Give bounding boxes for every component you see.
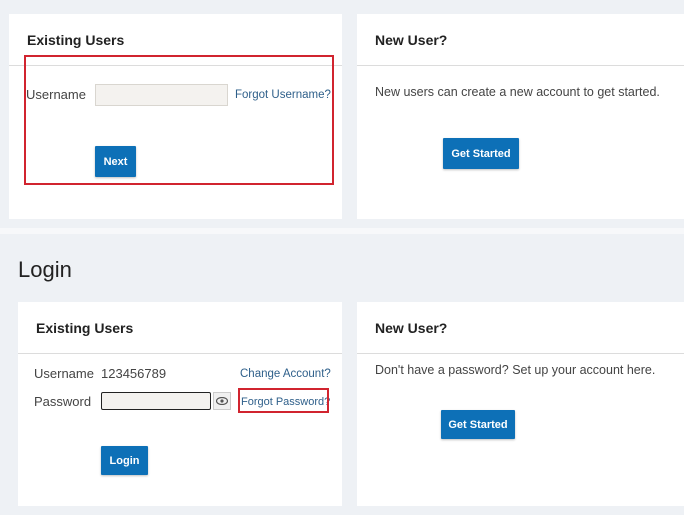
password-label: Password: [34, 394, 92, 409]
get-started-button-top[interactable]: Get Started: [443, 138, 519, 169]
login-heading: Login: [18, 257, 72, 282]
change-account-link[interactable]: Change Account?: [240, 368, 331, 380]
existing-users-title-login: Existing Users: [18, 302, 342, 354]
new-user-card-login: New User? Don't have a password? Set up …: [357, 302, 684, 506]
section-separator: [0, 228, 684, 234]
password-input[interactable]: [101, 392, 211, 410]
new-user-card-top: New User? New users can create a new acc…: [357, 14, 684, 219]
login-button[interactable]: Login: [101, 446, 148, 475]
new-user-text: New users can create a new account to ge…: [375, 85, 660, 99]
highlight-box-forgot-password: [238, 388, 329, 413]
get-started-button-login[interactable]: Get Started: [441, 410, 515, 439]
new-user-text-login: Don't have a password? Set up your accou…: [375, 363, 656, 377]
login-username-value: 123456789: [101, 366, 167, 381]
eye-icon[interactable]: [213, 392, 231, 410]
login-username-label: Username: [34, 366, 94, 381]
new-user-title-login: New User?: [357, 302, 684, 354]
new-user-title: New User?: [357, 14, 684, 66]
highlight-box-top: [24, 55, 334, 185]
